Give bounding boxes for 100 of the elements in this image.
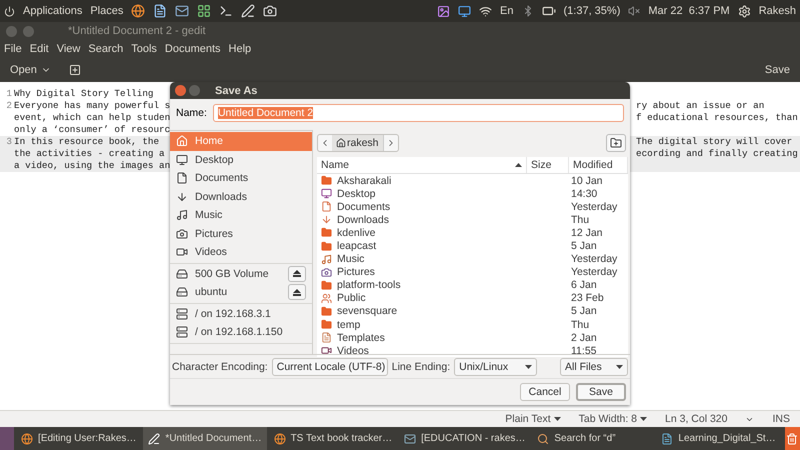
trash-icon [786,432,798,444]
document-icon [176,172,188,184]
document-icon [153,4,168,18]
window-title: *Untitled Document 2 - gedit [68,25,206,37]
tab-width-selector[interactable]: Tab Width: 8 [578,413,648,425]
save-button[interactable]: Save [760,62,794,78]
column-header[interactable]: Name [317,157,527,173]
download-icon [321,214,332,226]
menu-item[interactable]: Help [228,43,252,55]
dialog-button[interactable]: Save [576,383,626,401]
clock[interactable]: Mar 22 6:37 PM [648,5,730,17]
file-row[interactable]: Pictures Yesterday [317,266,628,279]
folder-icon [321,240,332,252]
dialog-title: Save As [215,84,258,96]
file-row[interactable]: Templates 2 Jan [317,331,628,344]
camera-icon [263,4,278,18]
taskbar-item[interactable]: Learning_Digital_St… [656,427,781,450]
path-button[interactable]: rakesh [332,135,384,151]
filter-select[interactable]: All Files [560,358,628,376]
eject-button[interactable] [288,284,306,300]
mute-icon [628,5,640,17]
insert-mode: INS [772,413,790,425]
line-ending-select[interactable]: Unix/Linux [454,358,538,376]
language-selector[interactable]: Plain Text [505,413,561,425]
name-label: Name: [176,107,207,119]
text-line: Everyone has many powerful s [14,100,170,112]
folder-icon [321,306,332,317]
menu-item[interactable]: File [4,43,22,55]
caret-icon [554,417,561,421]
close-button[interactable] [175,85,186,96]
trash-button[interactable] [784,427,800,450]
menu-item[interactable]: Tools [131,43,157,55]
sidebar-item[interactable]: / on 192.168.1.150 [170,323,312,342]
folder-icon [321,175,332,186]
people-icon [321,292,332,304]
monitor-icon [321,188,332,200]
column-header[interactable]: Size [527,157,569,173]
line-number: 3 [5,136,13,149]
keyboard-indicator[interactable]: En [500,5,514,17]
encoding-select[interactable]: Current Locale (UTF-8) [272,358,388,376]
taskbar-item[interactable]: Search for “d” [532,427,654,450]
sidebar-item[interactable]: Desktop [170,150,312,169]
file-row[interactable]: sevensquare 5 Jan [317,304,628,318]
folder-icon [321,280,332,291]
server-icon [176,326,188,338]
globe-icon [131,4,146,18]
sidebar-item[interactable]: 500 GB Volume [170,264,312,283]
menu-item[interactable]: Edit [30,43,49,55]
wifi-icon [479,4,492,18]
monitor-icon [458,4,472,18]
sidebar-item[interactable]: Videos [170,243,312,262]
download-icon [176,190,188,203]
mail-icon [175,4,190,18]
new-folder-button[interactable] [606,134,626,152]
drive-icon [176,268,188,280]
edit-icon [148,432,160,444]
sidebar-item[interactable]: Downloads [170,188,312,206]
menu-item[interactable]: View [56,43,80,55]
user-name[interactable]: Rakesh [758,5,796,17]
file-row[interactable]: kdenlive 12 Jan [317,226,628,240]
video-icon [176,246,188,258]
dialog-button[interactable]: Cancel [520,383,570,401]
file-row[interactable]: leapcast 5 Jan [317,239,628,253]
sidebar-item[interactable]: Documents [170,169,312,188]
file-row[interactable]: Aksharakali 10 Jan [317,174,628,188]
spreadsheet-icon [197,4,212,18]
document-icon [321,201,332,212]
panel-menu[interactable]: Applications [23,5,82,17]
sidebar-item[interactable]: Music [170,206,312,224]
file-row[interactable]: Public 23 Feb [317,292,628,305]
battery-status[interactable]: (1:37, 35%) [564,5,620,17]
search-icon [537,432,550,444]
sidebar-item[interactable]: Pictures [170,224,312,243]
taskbar-item[interactable]: [Editing User:Rakes… [16,427,142,450]
file-row[interactable]: temp Thu [317,318,628,332]
file-row[interactable]: Documents Yesterday [317,200,628,214]
taskbar-item[interactable]: TS Text book tracker… [268,427,398,450]
file-row[interactable]: Videos 11:55 [317,344,628,358]
line-ending-label: Line Ending: [392,360,450,372]
file-row[interactable]: Music Yesterday [317,252,628,266]
file-row[interactable]: platform-tools 6 Jan [317,278,628,292]
file-row[interactable]: Desktop 14:30 [317,187,628,200]
plus-icon [68,64,81,76]
file-row[interactable]: Downloads Thu [317,213,628,226]
sidebar-item[interactable]: ubuntu [170,283,312,302]
taskbar-item[interactable]: [EDUCATION - rakes… [399,427,530,450]
open-button[interactable]: Open [6,62,55,78]
music-icon [321,254,332,265]
menu-item[interactable]: Search [88,43,124,55]
sidebar-item[interactable]: / on 192.168.3.1 [170,304,312,323]
globe-icon [274,432,286,444]
music-icon [176,209,188,222]
panel-menu[interactable]: Places [90,5,124,17]
text-line: In this resource book, the [14,136,160,148]
column-header[interactable]: Modified [569,157,628,173]
menu-item[interactable]: Documents [164,43,221,55]
image-icon [437,4,450,18]
document-icon [661,432,674,444]
eject-button[interactable] [288,266,306,282]
taskbar-item[interactable]: *Untitled Document… [143,427,267,450]
